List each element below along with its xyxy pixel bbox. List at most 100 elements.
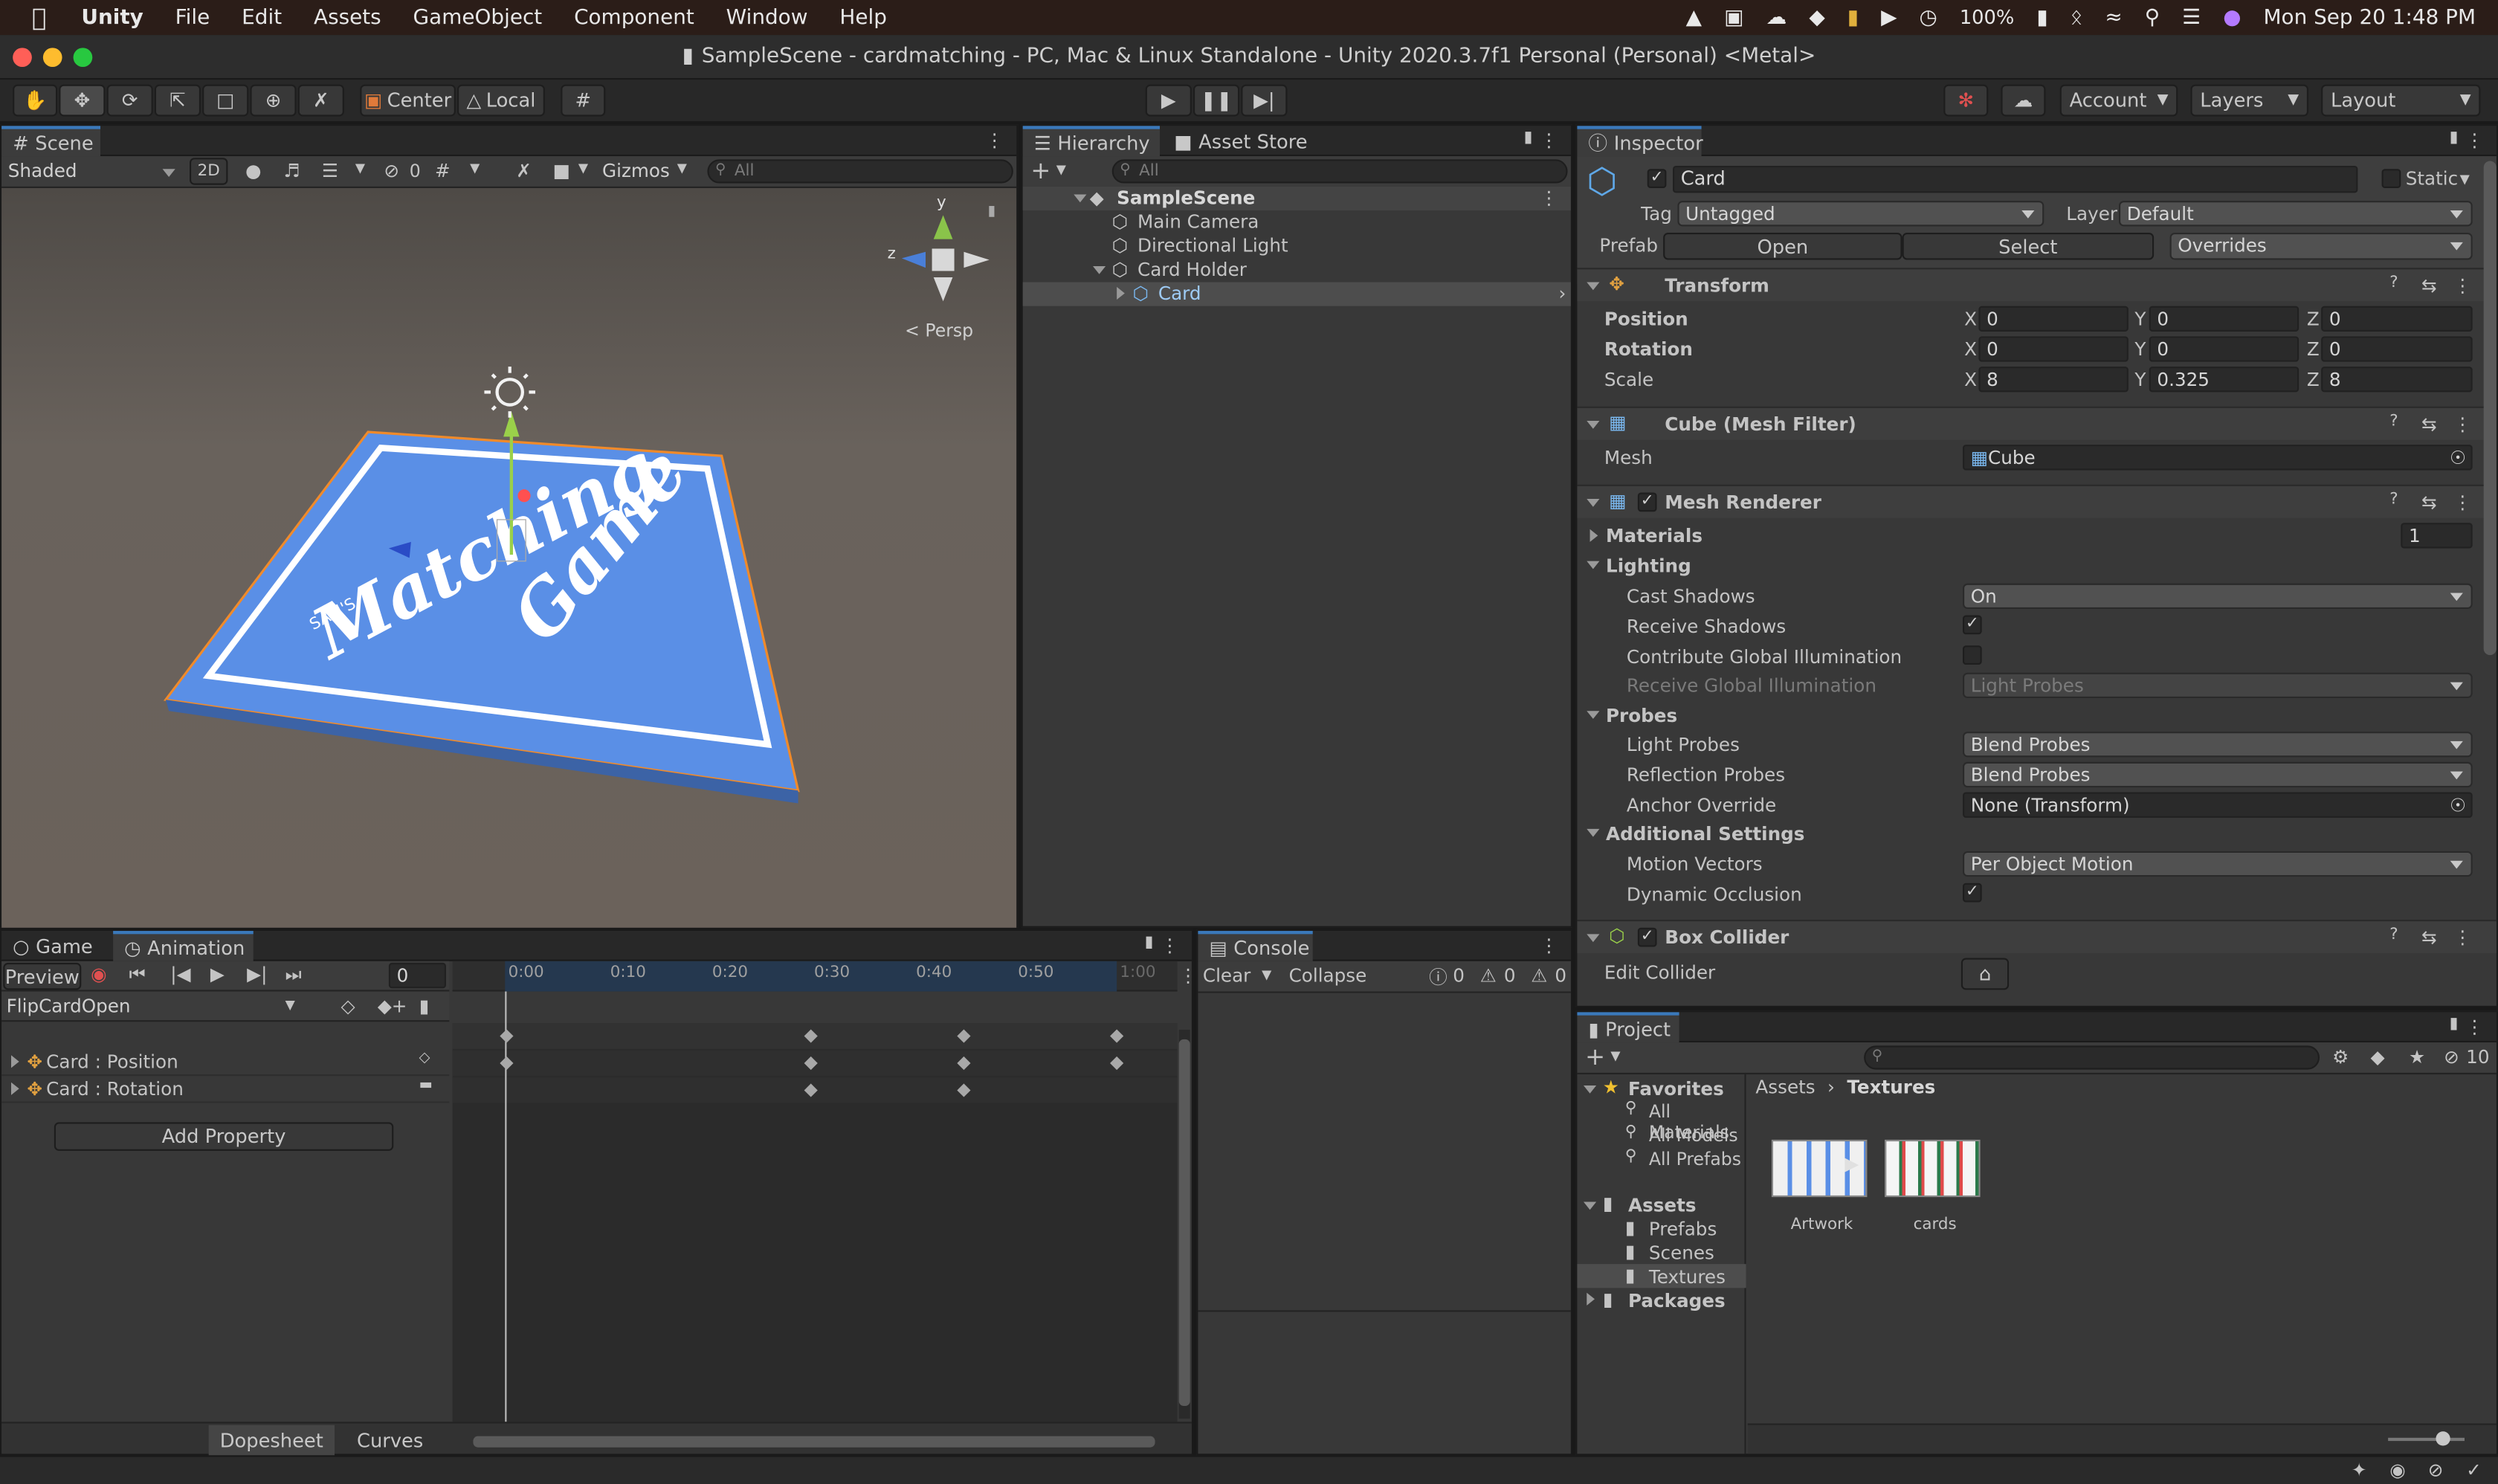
chevron-down-icon[interactable]: ▼ [677,161,687,175]
property-row[interactable]: ✥ Card : Rotation ▬ [1,1076,450,1103]
lock-icon[interactable]: ▮ [2450,1016,2459,1033]
zoom-slider[interactable] [2388,1437,2465,1442]
step-button[interactable]: ▶| [1241,84,1288,117]
static-label[interactable]: Static [2406,167,2458,190]
chevron-down-icon[interactable]: ▼ [1610,1049,1620,1063]
anchor-override-field[interactable]: None (Transform) ☉ [1963,792,2473,818]
add-icon[interactable]: + [1585,1042,1605,1071]
presets-icon[interactable]: ⇆ [2421,926,2437,949]
box-collider-header[interactable]: ⬡ ✓ Box Collider ? ⇆ ⋮ [1577,920,2497,954]
search-by-label-icon[interactable]: ◆ [2371,1045,2385,1068]
lighting-toggle-icon[interactable]: ● [245,159,262,181]
tools-icon[interactable]: ✗ [516,159,532,181]
effects-toggle-icon[interactable]: ☰ [322,159,338,181]
keyframe-toggle-icon[interactable]: ▬ [419,1077,433,1093]
mesh-field[interactable]: ▦Cube ☉ [1963,445,2473,471]
tree-item[interactable]: All Prefabs [1649,1149,1741,1170]
tab-dopesheet[interactable]: Dopesheet [208,1425,335,1456]
favorite-star-icon[interactable]: ★ [2409,1045,2425,1068]
menu-gameobject[interactable]: GameObject [413,6,543,30]
menu-edit[interactable]: Edit [242,6,282,30]
chevron-right-icon[interactable]: › [1559,282,1566,304]
breadcrumb-root[interactable]: Assets [1755,1076,1815,1098]
breadcrumb-leaf[interactable]: Textures [1847,1076,1935,1098]
dropbox-icon[interactable]: ◆ [1809,6,1824,30]
scale-label[interactable]: Scale [1604,368,1653,390]
hidden-objects-icon[interactable]: ⊘ [384,159,399,181]
list-item[interactable]: ⬡ Main Camera [1023,210,1571,234]
timeline-menu-icon[interactable]: ⋮ [1179,964,1198,987]
dopesheet-area[interactable] [452,991,1178,1422]
rotation-label[interactable]: Rotation [1604,338,1693,361]
bake-icon[interactable]: ◉ [2389,1459,2406,1481]
expand-arrow-icon[interactable] [1093,266,1106,274]
expand-arrow-icon[interactable] [1587,934,1600,943]
grid-snap-button[interactable]: # [561,84,606,117]
tree-item[interactable]: Scenes [1649,1242,1714,1264]
menu-window[interactable]: Window [726,6,808,30]
help-icon[interactable]: ? [2389,413,2398,430]
presets-icon[interactable]: ⇆ [2421,491,2437,513]
y-label[interactable]: Y [2134,368,2146,390]
active-checkbox[interactable]: ✓ [1647,169,1667,188]
play-button[interactable]: ▶ [1145,84,1192,117]
cast-shadows-dropdown[interactable]: On [1963,583,2473,609]
wifi-icon[interactable]: ≈ [2105,6,2122,30]
component-menu-icon[interactable]: ⋮ [2453,491,2472,513]
vertical-scrollbar[interactable] [1178,1029,1190,1419]
battery-icon[interactable]: ▮ [2036,6,2047,30]
add-icon[interactable]: + [1030,156,1050,185]
static-checkbox[interactable] [2381,169,2401,188]
panel-menu-icon[interactable]: ⋮ [2465,1016,2484,1038]
camera-icon[interactable]: ■ [553,159,570,181]
clear-button[interactable]: Clear [1203,964,1250,987]
shield-icon[interactable]: ▮ [1847,6,1859,30]
asset-thumbnail[interactable]: cards [1885,1139,1981,1236]
collapse-arrow-icon[interactable] [11,1082,19,1095]
bluetooth-icon[interactable]: ᛟ [2071,6,2083,30]
orientation-gizmo[interactable]: y z [888,193,990,302]
info-count-icon[interactable]: ⓘ [1429,964,1448,990]
unity-hub-icon[interactable]: ▲ [1686,6,1702,30]
expand-arrow-icon[interactable] [1074,194,1087,203]
component-menu-icon[interactable]: ⋮ [2453,274,2472,297]
chevron-down-icon[interactable]: ▼ [578,161,588,175]
menu-assets[interactable]: Assets [314,6,381,30]
console-log-area[interactable] [1198,993,1571,1312]
chevron-down-icon[interactable]: ▼ [355,161,365,175]
lighting-label[interactable]: Lighting [1606,555,1691,577]
account-dropdown[interactable]: Account ▼ [2059,84,2178,117]
help-icon[interactable]: ? [2389,491,2398,509]
chevron-down-icon[interactable]: ▼ [1262,967,1271,981]
edit-collider-button[interactable]: ⌂ [1960,958,2010,990]
tab-inspector[interactable]: ⓘ Inspector [1577,126,1703,157]
preview-toggle[interactable]: Preview [3,962,82,990]
list-item[interactable]: ⬡ Card Holder [1023,258,1571,282]
siri-icon[interactable]: ● [2223,6,2241,30]
audio-toggle-icon[interactable]: ♬ [283,159,300,181]
expand-arrow-icon[interactable] [1587,420,1600,429]
chevron-down-icon[interactable]: ▼ [2460,172,2470,187]
help-icon[interactable]: ? [2389,926,2398,944]
menu-file[interactable]: File [175,6,210,30]
expand-arrow-icon[interactable] [1587,828,1600,837]
materials-count-field[interactable]: 1 [2401,523,2473,549]
collapse-arrow-icon[interactable] [1117,286,1125,300]
layer-dropdown[interactable]: Default [2119,201,2473,227]
warning-count-icon[interactable]: ⚠ [1480,964,1497,987]
scene-search-input[interactable]: ⚲ All [707,159,1013,184]
scale-y-field[interactable]: 0.325 [2149,367,2299,393]
help-icon[interactable]: ? [2389,274,2398,292]
keyframe-toggle-icon[interactable]: ◇ [419,1051,430,1066]
asset-thumbnail[interactable]: ▶ Artwork [1771,1139,1868,1236]
scene-viewport[interactable]: Matching Game SAM'S y z < Persp ▮ [1,187,1017,928]
tab-animation[interactable]: ◷ Animation [113,931,254,961]
layers-dropdown[interactable]: Layers ▼ [2190,84,2308,117]
control-center-icon[interactable]: ☰ [2182,6,2201,30]
last-keyframe-icon[interactable]: ⏭ [285,963,302,987]
record-icon[interactable]: ◉ [91,963,107,985]
scale-z-field[interactable]: 8 [2321,367,2473,393]
panel-menu-icon[interactable]: ⋮ [1540,934,1558,956]
menu-component[interactable]: Component [574,6,694,30]
shading-mode-dropdown[interactable]: Shaded [8,159,177,184]
